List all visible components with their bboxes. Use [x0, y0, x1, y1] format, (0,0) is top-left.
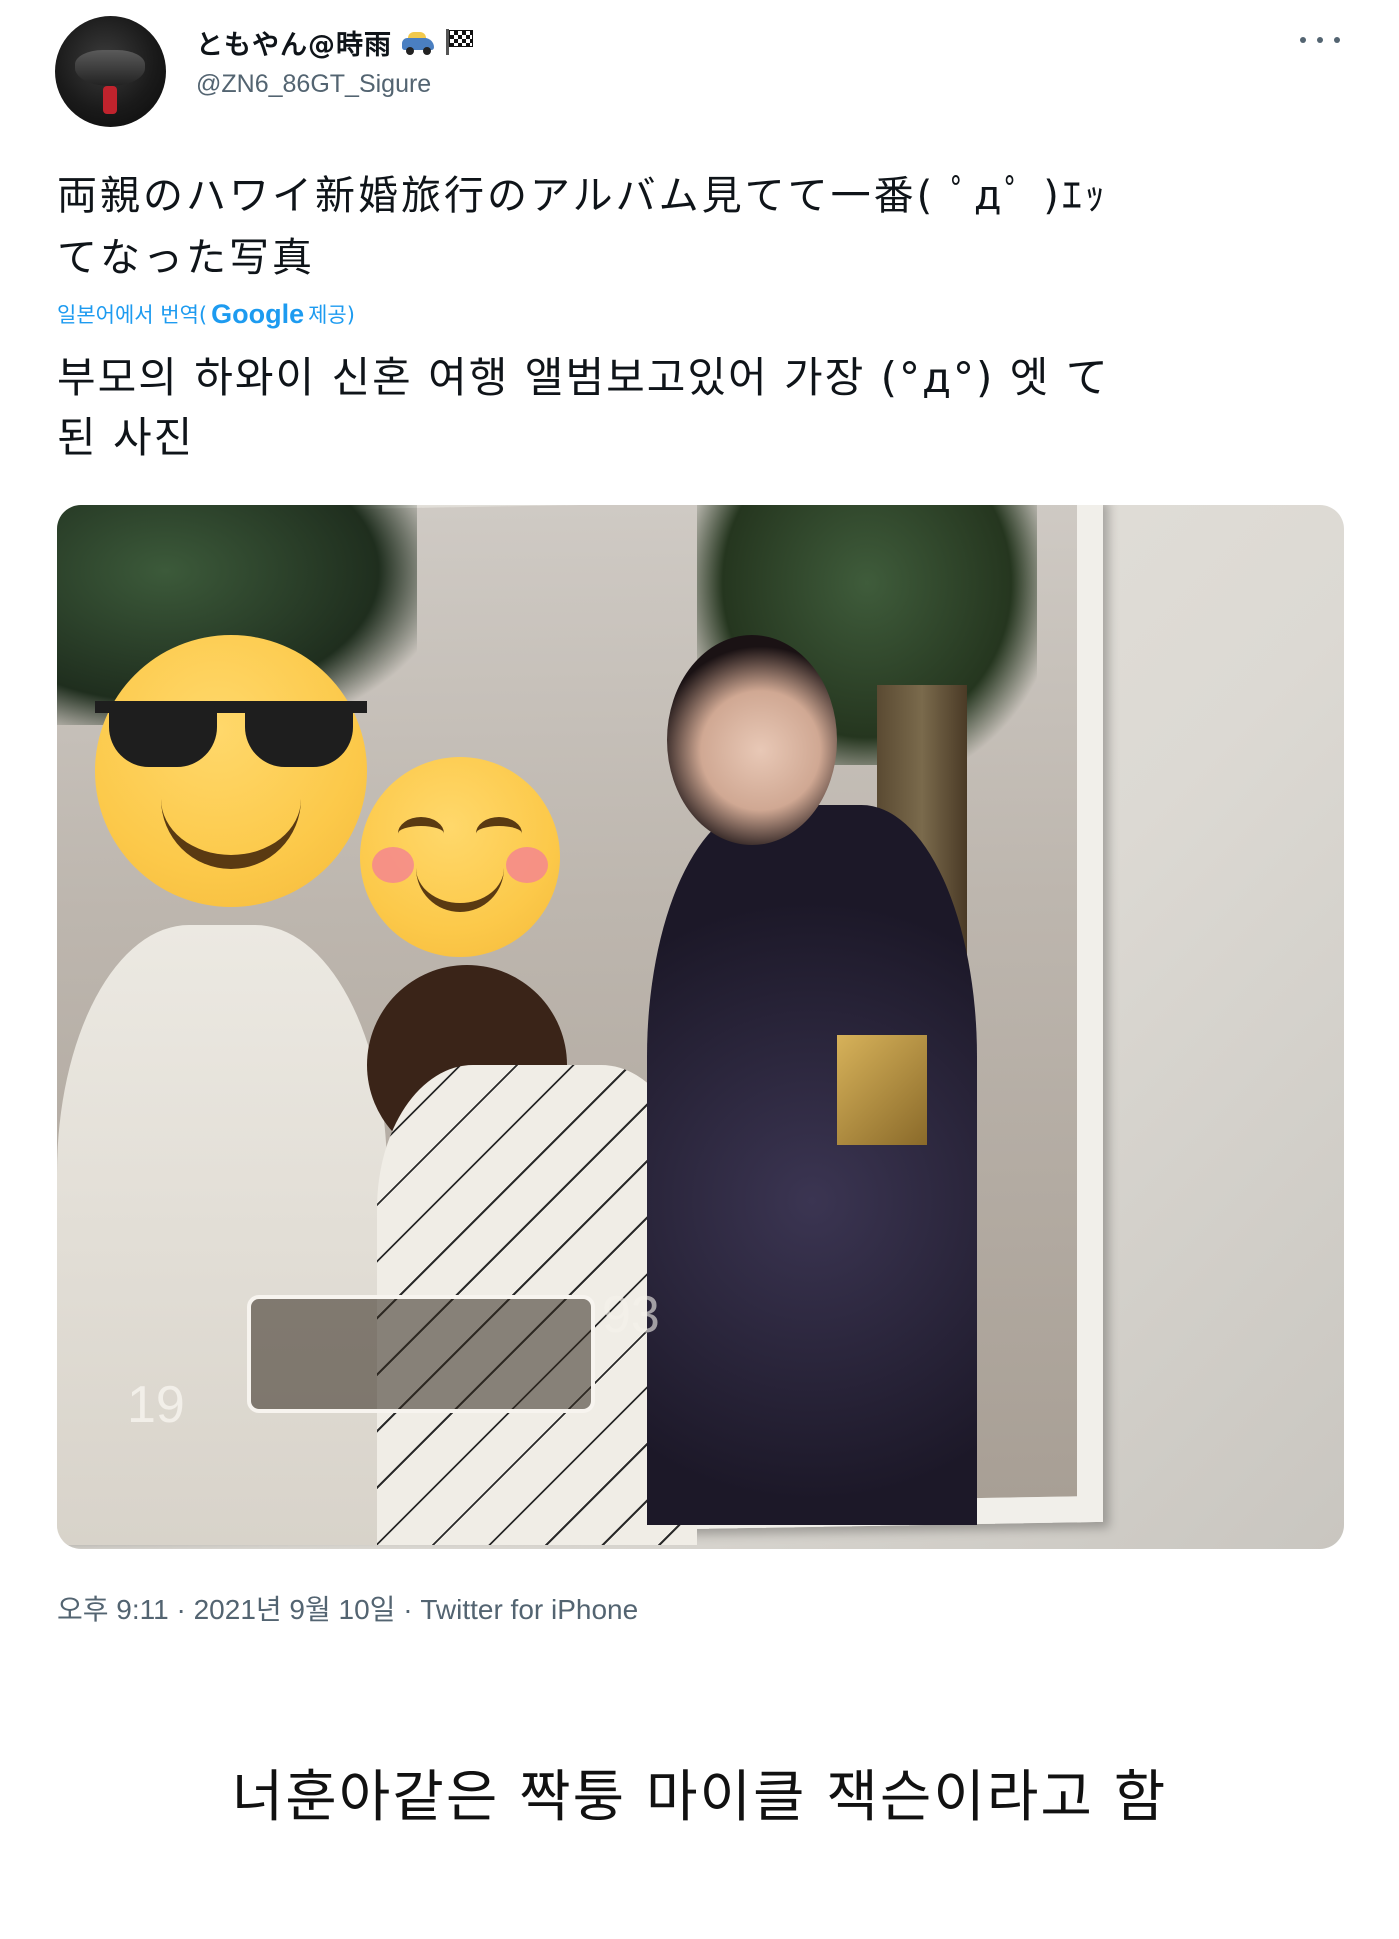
- tweet-photo[interactable]: 19 93: [57, 505, 1344, 1549]
- car-icon: [400, 30, 436, 55]
- checkered-flag-icon: [444, 29, 474, 55]
- author-name-row[interactable]: ともやん@時雨: [196, 22, 474, 62]
- tweet-text-line-1: 両親のハワイ新婚旅行のアルバム見てて一番( ﾟдﾟ )ｴｯ: [57, 173, 1108, 219]
- avatar-stripe: [103, 86, 117, 114]
- translation-attribution[interactable]: 일본어에서 번역( Google 제공): [57, 296, 355, 332]
- tweet-text: 両親のハワイ新婚旅行のアルバム見てて一番( ﾟдﾟ )ｴｯ てなった写真: [57, 165, 1347, 289]
- translated-from-label: 일본어에서 번역(: [57, 303, 208, 327]
- google-label: Google: [211, 298, 305, 329]
- provided-label: 제공): [308, 303, 355, 327]
- photo-gold-belt: [837, 1035, 927, 1145]
- photo-person-right: [647, 805, 977, 1525]
- smiling-blush-face-icon: [360, 757, 560, 957]
- sunglasses-face-icon: [95, 635, 367, 907]
- user-handle[interactable]: @ZN6_86GT_Sigure: [196, 70, 431, 99]
- post-caption: 너훈아같은 짝퉁 마이클 잭슨이라고 함: [231, 1765, 1168, 1830]
- display-name[interactable]: ともやん@時雨: [196, 23, 392, 62]
- photo-year-left: 19: [127, 1376, 185, 1434]
- photo-concert-logo: [247, 1295, 595, 1413]
- tweet-text-line-2: てなった写真: [57, 235, 315, 281]
- tweet-timestamp[interactable]: 오후 9:11 · 2021년 9월 10일 · Twitter for iPh…: [57, 1588, 638, 1628]
- translated-text: 부모의 하와이 신혼 여행 앨범보고있어 가장 (°д°) 엣 て 된 사진: [57, 348, 1347, 468]
- avatar-helmet-visor: [75, 50, 145, 86]
- photo-person-right-head: [667, 635, 837, 845]
- translated-text-line-2: 된 사진: [57, 413, 195, 462]
- more-options-icon[interactable]: [1300, 30, 1340, 50]
- translated-text-line-1: 부모의 하와이 신혼 여행 앨범보고있어 가장 (°д°) 엣 て: [57, 353, 1110, 402]
- photo-year-right: 93: [602, 1286, 660, 1344]
- avatar[interactable]: [55, 16, 166, 127]
- photo-person-left: [57, 925, 387, 1545]
